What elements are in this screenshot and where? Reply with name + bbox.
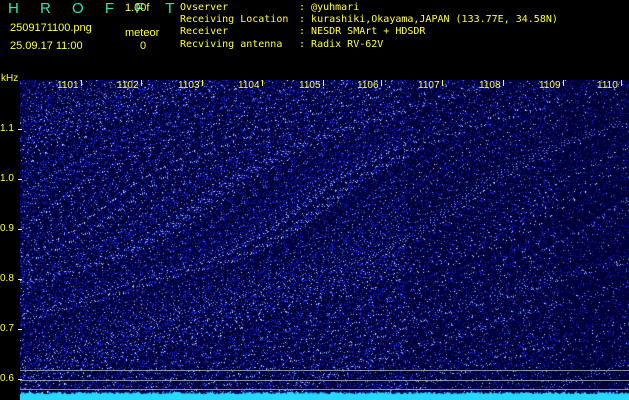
marker-line — [20, 370, 629, 371]
x-tick-mark — [262, 80, 263, 86]
x-tick-label: 1107 — [418, 80, 440, 91]
capture-datetime: 25.09.17 11:00 — [10, 40, 83, 52]
x-tick-label: 1110 — [597, 80, 618, 91]
x-tick-label: 1108 — [479, 80, 501, 91]
waterfall-spectrogram — [20, 80, 629, 400]
antenna-label: Recviving antenna — [180, 38, 283, 50]
y-tick-label: 1.0 — [0, 173, 14, 184]
x-tick-mark — [81, 80, 82, 86]
y-tick-label: 0.9 — [0, 223, 14, 234]
receiver-value: NESDR SMArt + HDSDR — [299, 26, 425, 37]
location-value: kurashiki,Okayama,JAPAN (133.77E, 34.58N… — [299, 14, 558, 25]
x-tick-label: 1105 — [299, 80, 321, 91]
x-tick-mark — [563, 80, 564, 86]
location-row: Receiving Location kurashiki,Okayama,JAPA… — [180, 14, 558, 26]
receiver-label: Receiver — [180, 26, 229, 38]
x-tick-label: 1102 — [117, 80, 139, 91]
x-tick-mark — [621, 80, 622, 86]
observer-value: @yuhmari — [299, 2, 359, 13]
marker-line — [20, 389, 629, 390]
receiver-row: Receiver NESDR SMArt + HDSDR — [180, 26, 558, 38]
x-tick-label: 1103 — [178, 80, 200, 91]
meteor-count: 0 — [140, 40, 147, 52]
meteor-label: meteor — [125, 27, 160, 39]
x-tick-mark — [503, 80, 504, 86]
y-tick-mark — [18, 329, 22, 330]
location-label: Receiving Location — [180, 14, 289, 26]
y-tick-mark — [18, 129, 22, 130]
x-tick-label: 1106 — [357, 80, 379, 91]
antenna-row: Recviving antenna Radix RV-62V — [180, 39, 558, 51]
y-tick-label: 0.8 — [0, 273, 14, 284]
image-filename: 2509171100.png — [10, 22, 92, 34]
y-tick-label: 0.6 — [0, 373, 14, 384]
observer-row: Ovserver @yuhmari — [180, 2, 558, 14]
antenna-value: Radix RV-62V — [299, 39, 383, 50]
y-tick-mark — [18, 279, 22, 280]
y-axis-unit-label: kHz — [1, 73, 19, 84]
y-tick-label: 1.1 — [0, 123, 14, 134]
station-info: Ovserver @yuhmari Receiving Location kuras… — [180, 2, 558, 51]
x-tick-mark — [442, 80, 443, 86]
x-tick-label: 1109 — [539, 80, 561, 91]
waterfall-plot — [20, 80, 629, 400]
x-tick-label: 1101 — [57, 80, 79, 91]
y-tick-mark — [18, 179, 22, 180]
x-tick-mark — [381, 80, 382, 86]
app-title: H R O F F T — [8, 0, 183, 17]
header-panel: H R O F F T 1.00f 2509171100.png 25.09.1… — [0, 0, 629, 75]
x-tick-mark — [202, 80, 203, 86]
x-tick-mark — [323, 80, 324, 86]
observer-label: Ovserver — [180, 2, 229, 13]
app-version: 1.00f — [125, 2, 150, 14]
y-tick-label: 0.7 — [0, 323, 14, 334]
y-tick-mark — [18, 229, 22, 230]
marker-line — [20, 380, 629, 381]
x-tick-label: 1104 — [238, 80, 260, 91]
x-tick-mark — [141, 80, 142, 86]
